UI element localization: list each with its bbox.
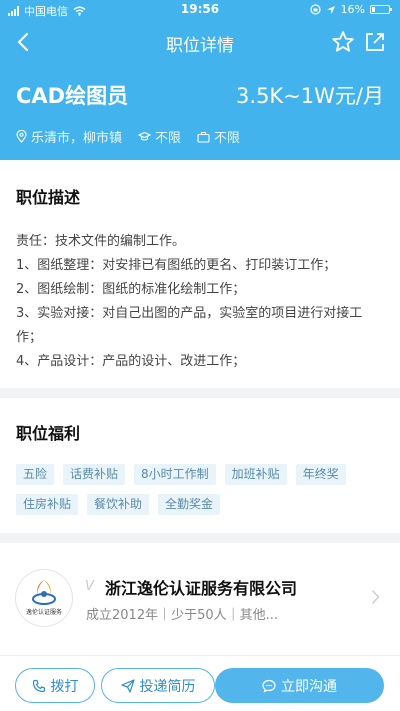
phone-icon [32,679,45,692]
action-bar: 拨打 投递简历 立即沟通 [0,655,400,711]
battery-percent: 16% [340,3,365,16]
orientation-lock-icon [309,4,321,15]
battery-icon [370,5,392,14]
welfare-tag: 加班补贴 [224,464,287,485]
job-salary: 3.5K~1W元/月 [236,84,384,108]
description-line: 1、图纸整理：对安排已有图纸的更名、打印装订工作； [16,258,337,273]
education-item: 不限 [138,127,181,146]
welfare-tag: 全勤奖金 [158,494,221,515]
chat-now-label: 立即沟通 [281,678,337,695]
favorite-star-icon[interactable] [330,29,356,55]
welfare-tag: 8小时工作制 [134,464,216,485]
share-icon[interactable] [362,29,388,55]
call-label: 拨打 [50,678,79,695]
logo-caption: 逸伦认证服务 [25,609,62,616]
location-pin-icon [16,130,27,143]
location-item: 乐清市，柳市镇 [16,127,122,146]
welfare-tag: 住房补贴 [16,494,79,515]
welfare-tag: 年终奖 [295,464,346,485]
job-header: 中国电信 19:56 16% 职位详情 CAD绘图员 3.5K~1W元/月 乐清… [0,0,400,160]
experience-text: 不限 [214,131,241,146]
briefcase-icon [197,131,210,143]
company-logo-mark [32,580,56,605]
description-line: 责任：技术文件的编制工作。 [16,234,186,249]
job-title: CAD绘图员 [16,84,129,108]
education-text: 不限 [155,131,182,146]
description-text: 责任：技术文件的编制工作。 1、图纸整理：对安排已有图纸的更名、打印装订工作； … [16,230,388,374]
status-bar: 中国电信 19:56 16% [0,0,400,20]
company-card[interactable]: 逸伦认证服务 V 浙江逸伦认证服务有限公司 成立2012年｜少于50人｜其他..… [0,543,400,655]
submit-resume-label: 投递简历 [139,678,196,695]
experience-item: 不限 [197,127,240,146]
graduation-cap-icon [138,131,152,141]
description-line: 2、图纸绘制：图纸的标准化绘制工作； [16,282,246,297]
submit-resume-button[interactable]: 投递简历 [101,668,215,703]
welfare-tag: 餐饮补助 [87,494,150,515]
description-title: 职位描述 [16,188,81,207]
welfare-section: 职位福利 五险 话费补贴 8小时工作制 加班补贴 年终奖 住房补贴 餐饮补助 全… [0,398,400,533]
welfare-tag: 五险 [16,464,55,485]
description-line: 3、实验对接：对自己出图的产品，实验室的项目进行对接工作； [16,306,363,345]
welfare-title: 职位福利 [16,424,81,443]
description-line: 4、产品设计：产品的设计、改进工作； [16,354,246,369]
send-icon [120,678,135,693]
welfare-tag: 话费补贴 [63,464,126,485]
company-info: 成立2012年｜少于50人｜其他... [86,608,279,623]
chat-bubble-icon [262,679,276,693]
welfare-tags: 五险 话费补贴 8小时工作制 加班补贴 年终奖 住房补贴 餐饮补助 全勤奖金 [16,464,388,524]
location-arrow-icon [326,5,335,14]
company-name: 浙江逸伦认证服务有限公司 [105,579,298,598]
call-button[interactable]: 拨打 [15,668,95,703]
chevron-right-icon [371,589,380,605]
company-logo: 逸伦认证服务 [16,570,72,626]
location-text: 乐清市，柳市镇 [31,131,123,146]
nav-bar: 职位详情 [0,20,400,64]
description-section: 职位描述 责任：技术文件的编制工作。 1、图纸整理：对安排已有图纸的更名、打印装… [0,160,400,388]
verified-icon: V [85,579,94,594]
job-meta: 乐清市，柳市镇 不限 不限 [16,127,256,146]
chat-now-button[interactable]: 立即沟通 [215,668,384,703]
